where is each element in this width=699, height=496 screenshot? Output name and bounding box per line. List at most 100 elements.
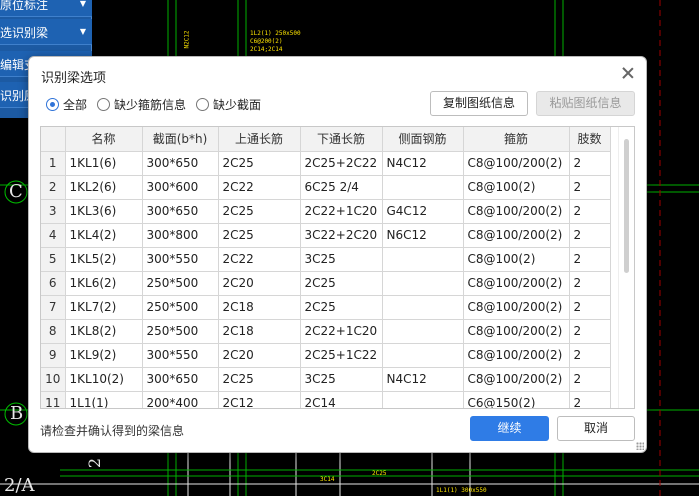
table-cell[interactable]: 2C25 (218, 151, 301, 176)
toolbar-item-in-situ-annotation[interactable]: 原位标注 ▼ (0, 0, 92, 17)
table-cell[interactable]: 2C25+1C22 (300, 343, 383, 368)
table-cell[interactable]: 2C12 (218, 391, 301, 408)
table-cell[interactable]: C8@100/200(2) (463, 151, 570, 176)
table-cell[interactable]: 300*550 (142, 343, 219, 368)
table-cell[interactable]: 2 (569, 391, 611, 408)
table-cell[interactable]: 2C14 (300, 391, 383, 408)
table-row[interactable]: 10 1KL10(2) 300*650 2C25 3C25 N4C12 C8@100/200… (41, 367, 611, 392)
toolbar-item-select-identify-beam[interactable]: 选识别梁 ▼ (0, 19, 92, 45)
table-cell[interactable]: 2C25+2C22 (300, 151, 383, 176)
table-row[interactable]: 8 1KL8(2) 250*500 2C18 2C22+1C20 C8@100/200(2… (41, 319, 611, 344)
table-row[interactable]: 6 1KL6(2) 250*500 2C20 2C25 C8@100/200(2) 2 (41, 271, 611, 296)
table-cell[interactable]: 1KL10(2) (65, 367, 143, 392)
table-cell[interactable]: 1KL7(2) (65, 295, 143, 320)
table-cell[interactable]: C8@100(2) (463, 247, 570, 272)
table-cell[interactable]: N4C12 (382, 367, 464, 392)
table-row[interactable]: 5 1KL5(2) 300*550 2C22 3C25 C8@100(2) 2 (41, 247, 611, 272)
table-cell[interactable]: 2C25 (218, 367, 301, 392)
table-cell[interactable]: C8@100/200(2) (463, 343, 570, 368)
table-row[interactable]: 7 1KL7(2) 250*500 2C18 2C25 C8@100/200(2) 2 (41, 295, 611, 320)
table-cell[interactable]: 2 (569, 295, 611, 320)
column-header[interactable]: 下通长筋 (300, 127, 383, 152)
table-cell[interactable]: 300*650 (142, 151, 219, 176)
table-cell[interactable]: 2C25 (218, 223, 301, 248)
radio-missing-section[interactable]: 缺少截面 (196, 96, 261, 113)
vertical-scrollbar[interactable] (618, 127, 634, 408)
table-cell[interactable]: C8@100/200(2) (463, 295, 570, 320)
table-row[interactable]: 4 1KL4(2) 300*800 2C25 3C22+2C20 N6C12 C8@100/… (41, 223, 611, 248)
table-cell[interactable] (382, 343, 464, 368)
table-cell[interactable]: 2 (569, 367, 611, 392)
table-cell[interactable]: 2C25 (218, 199, 301, 224)
scrollbar-thumb[interactable] (624, 139, 629, 273)
table-cell[interactable]: 2C22+1C20 (300, 199, 383, 224)
radio-missing-stirrup[interactable]: 缺少箍筋信息 (97, 96, 186, 113)
table-cell[interactable] (382, 247, 464, 272)
copy-drawing-info-button[interactable]: 复制图纸信息 (430, 91, 528, 116)
table-cell[interactable]: C8@100/200(2) (463, 319, 570, 344)
table-cell[interactable]: 3C25 (300, 247, 383, 272)
table-cell[interactable]: 300*800 (142, 223, 219, 248)
table-cell[interactable]: 2C25 (300, 271, 383, 296)
table-cell[interactable]: 2 (569, 151, 611, 176)
table-cell[interactable]: 2 (569, 319, 611, 344)
paste-drawing-info-button[interactable]: 粘贴图纸信息 (536, 91, 635, 116)
table-cell[interactable]: 2 (569, 343, 611, 368)
table-cell[interactable]: C8@100(2) (463, 175, 570, 200)
table-cell[interactable]: 1KL6(2) (65, 271, 143, 296)
column-header[interactable]: 上通长筋 (218, 127, 301, 152)
table-cell[interactable]: 300*650 (142, 367, 219, 392)
table-cell[interactable]: 2C22 (218, 247, 301, 272)
column-header[interactable]: 箍筋 (463, 127, 570, 152)
table-cell[interactable]: C6@150(2) (463, 391, 570, 408)
table-row[interactable]: 3 1KL3(6) 300*650 2C25 2C22+1C20 G4C12 C8@100/… (41, 199, 611, 224)
table-cell[interactable]: 3C25 (300, 367, 383, 392)
table-cell[interactable]: 2C25 (300, 295, 383, 320)
table-cell[interactable]: 250*500 (142, 319, 219, 344)
table-row[interactable]: 11 1L1(1) 200*400 2C12 2C14 C6@150(2) 2 (41, 391, 611, 408)
table-cell[interactable]: G4C12 (382, 199, 464, 224)
table-cell[interactable]: 1KL8(2) (65, 319, 143, 344)
table-cell[interactable]: 3C22+2C20 (300, 223, 383, 248)
table-cell[interactable]: N6C12 (382, 223, 464, 248)
table-cell[interactable]: 1KL9(2) (65, 343, 143, 368)
table-cell[interactable]: 2C20 (218, 343, 301, 368)
table-cell[interactable]: C8@100/200(2) (463, 367, 570, 392)
table-cell[interactable]: 1KL5(2) (65, 247, 143, 272)
table-cell[interactable]: C8@100/200(2) (463, 199, 570, 224)
table-row[interactable]: 2 1KL2(6) 300*600 2C22 6C25 2/4 C8@100(2) 2 (41, 175, 611, 200)
table-cell[interactable]: 200*400 (142, 391, 219, 408)
table-cell[interactable]: N4C12 (382, 151, 464, 176)
table-cell[interactable]: 2 (569, 223, 611, 248)
table-row[interactable]: 1 1KL1(6) 300*650 2C25 2C25+2C22 N4C12 C8@100/… (41, 151, 611, 176)
table-cell[interactable]: 250*500 (142, 271, 219, 296)
cancel-button[interactable]: 取消 (557, 416, 635, 441)
table-cell[interactable]: 300*550 (142, 247, 219, 272)
table-cell[interactable] (382, 391, 464, 408)
table-cell[interactable]: 2 (569, 175, 611, 200)
table-cell[interactable]: C8@100/200(2) (463, 271, 570, 296)
table-cell[interactable]: 2C22 (218, 175, 301, 200)
table-row[interactable]: 9 1KL9(2) 300*550 2C20 2C25+1C22 C8@100/200(2… (41, 343, 611, 368)
column-header[interactable]: 截面(b*h) (142, 127, 219, 152)
radio-all[interactable]: 全部 (46, 96, 87, 113)
table-cell[interactable]: 1KL2(6) (65, 175, 143, 200)
table-cell[interactable] (382, 271, 464, 296)
close-icon[interactable] (620, 65, 636, 81)
continue-button[interactable]: 继续 (470, 416, 549, 441)
table-cell[interactable]: 300*650 (142, 199, 219, 224)
table-cell[interactable]: 2C18 (218, 319, 301, 344)
table-cell[interactable]: 6C25 2/4 (300, 175, 383, 200)
table-cell[interactable]: 2 (569, 247, 611, 272)
column-header[interactable]: 肢数 (569, 127, 611, 152)
column-header[interactable]: 侧面钢筋 (382, 127, 464, 152)
table-cell[interactable]: 2C22+1C20 (300, 319, 383, 344)
table-cell[interactable] (382, 319, 464, 344)
column-header-row-number[interactable] (41, 127, 66, 152)
table-cell[interactable]: 1KL1(6) (65, 151, 143, 176)
table-cell[interactable] (382, 295, 464, 320)
table-cell[interactable]: 2 (569, 271, 611, 296)
column-header[interactable]: 名称 (65, 127, 143, 152)
table-cell[interactable] (382, 175, 464, 200)
table-cell[interactable]: 300*600 (142, 175, 219, 200)
